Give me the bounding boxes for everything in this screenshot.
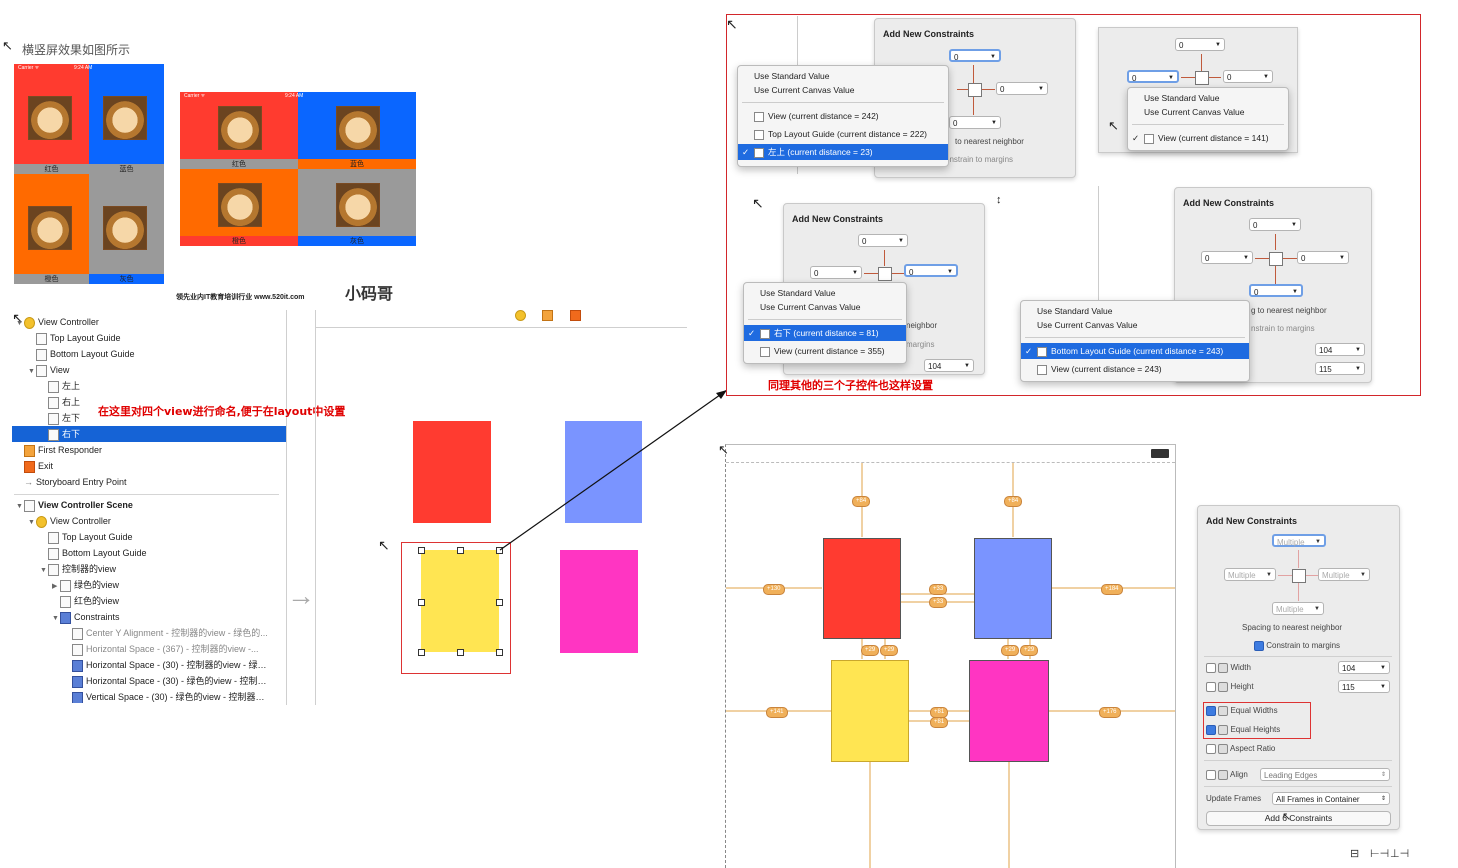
chevron-down-icon: ▼ — [1360, 572, 1366, 578]
update-frames-label: Update Frames — [1206, 794, 1262, 803]
constraint-badge[interactable]: +29 — [1001, 645, 1020, 656]
chevron-down-icon: ▼ — [1315, 539, 1321, 545]
constraint-badge[interactable]: +29 — [861, 645, 880, 656]
constraint-center-square — [1292, 569, 1306, 583]
panel-separator — [1204, 760, 1392, 761]
constraint-yellow-view[interactable] — [831, 660, 909, 762]
constraint-badge[interactable]: +81 — [930, 717, 949, 728]
add-constraints-button[interactable]: Add 6 Constraints — [1206, 811, 1391, 826]
field-value: All Frames in Container — [1276, 795, 1360, 804]
panel-separator — [1204, 656, 1392, 657]
width-field[interactable]: 104 ▼ — [1338, 661, 1390, 674]
strut-vertical — [1298, 550, 1299, 568]
field-value: Multiple — [1322, 571, 1350, 580]
constraint-magenta-view[interactable] — [969, 660, 1049, 762]
checkbox-label: Width — [1230, 663, 1251, 673]
chevron-down-icon: ▼ — [1380, 684, 1386, 690]
panel-title: Add New Constraints — [1206, 516, 1298, 526]
update-frames-select[interactable]: All Frames in Container ⇕ — [1272, 792, 1390, 805]
pin-toolbar-icon[interactable]: ⊢⊣ — [1370, 847, 1389, 860]
constraint-red-view[interactable] — [823, 538, 901, 639]
checkbox-label: Constrain to margins — [1266, 641, 1341, 651]
constraint-badge[interactable]: +84 — [852, 496, 871, 507]
constraint-badge[interactable]: +33 — [929, 584, 948, 595]
field-value: Multiple — [1277, 538, 1305, 547]
cursor-icon: ↖ — [1282, 811, 1292, 823]
width-row[interactable]: Width — [1206, 663, 1251, 673]
resolve-toolbar-icon[interactable]: ⊥⊣ — [1390, 847, 1409, 860]
chevron-updown-icon: ⇕ — [1380, 796, 1386, 802]
aspect-ratio-row[interactable]: Aspect Ratio — [1206, 744, 1275, 754]
chevron-updown-icon: ⇕ — [1380, 772, 1386, 778]
checkbox[interactable] — [1206, 682, 1216, 692]
constraint-badge[interactable]: +184 — [1101, 584, 1123, 595]
field-value: Multiple — [1276, 605, 1304, 614]
field-value: 104 — [1342, 664, 1356, 673]
panel-separator — [1204, 786, 1392, 787]
align-icon — [1218, 770, 1229, 780]
field-value: Multiple — [1228, 571, 1256, 580]
constraint-badge[interactable]: +84 — [1004, 496, 1023, 507]
constraint-badge[interactable]: +141 — [766, 707, 788, 718]
height-field[interactable]: 115 ▼ — [1338, 680, 1390, 693]
checkbox-label: Align — [1230, 770, 1248, 780]
height-row[interactable]: Height — [1206, 682, 1254, 692]
aspect-ratio-icon — [1218, 744, 1229, 754]
checkbox[interactable] — [1206, 663, 1216, 673]
checkbox[interactable] — [1254, 641, 1264, 651]
constraint-badge[interactable]: +176 — [1099, 707, 1121, 718]
height-icon — [1218, 682, 1229, 692]
align-row[interactable]: Align — [1206, 770, 1248, 780]
strut-horizontal — [1306, 575, 1318, 576]
constraint-badge[interactable]: +33 — [929, 597, 948, 608]
checkbox[interactable] — [1206, 770, 1216, 780]
width-icon — [1218, 663, 1229, 673]
top-constraint-field[interactable]: Multiple ▼ — [1272, 534, 1326, 547]
chevron-down-icon: ▼ — [1380, 665, 1386, 671]
right-constraint-field[interactable]: Multiple ▼ — [1318, 568, 1370, 581]
highlight-box — [1203, 702, 1311, 739]
add-constraints-panel-e: Add New Constraints Multiple ▼ Multiple ▼ … — [1197, 505, 1400, 830]
left-constraint-field[interactable]: Multiple ▼ — [1224, 568, 1276, 581]
constraint-badge[interactable]: +29 — [880, 645, 899, 656]
checkbox-label: Height — [1230, 682, 1254, 692]
strut-horizontal — [1278, 575, 1292, 576]
chevron-down-icon: ▼ — [1266, 572, 1272, 578]
align-toolbar-icon[interactable]: ⊟ — [1350, 847, 1359, 860]
align-select[interactable]: Leading Edges ⇕ — [1260, 768, 1390, 781]
constrain-to-margins[interactable]: Constrain to margins — [1254, 641, 1340, 651]
constraint-badge[interactable]: +29 — [1020, 645, 1039, 656]
checkbox[interactable] — [1206, 744, 1216, 754]
field-value: Leading Edges — [1264, 771, 1318, 780]
checkbox-label: Aspect Ratio — [1230, 744, 1276, 754]
constraint-badge[interactable]: +130 — [763, 584, 785, 595]
constraint-blue-view[interactable] — [974, 538, 1052, 639]
strut-vertical — [1298, 583, 1299, 601]
field-value: 115 — [1342, 683, 1355, 692]
spacing-label: Spacing to nearest neighbor — [1242, 623, 1343, 632]
bottom-constraint-field[interactable]: Multiple ▼ — [1272, 602, 1324, 615]
chevron-down-icon: ▼ — [1314, 606, 1320, 612]
